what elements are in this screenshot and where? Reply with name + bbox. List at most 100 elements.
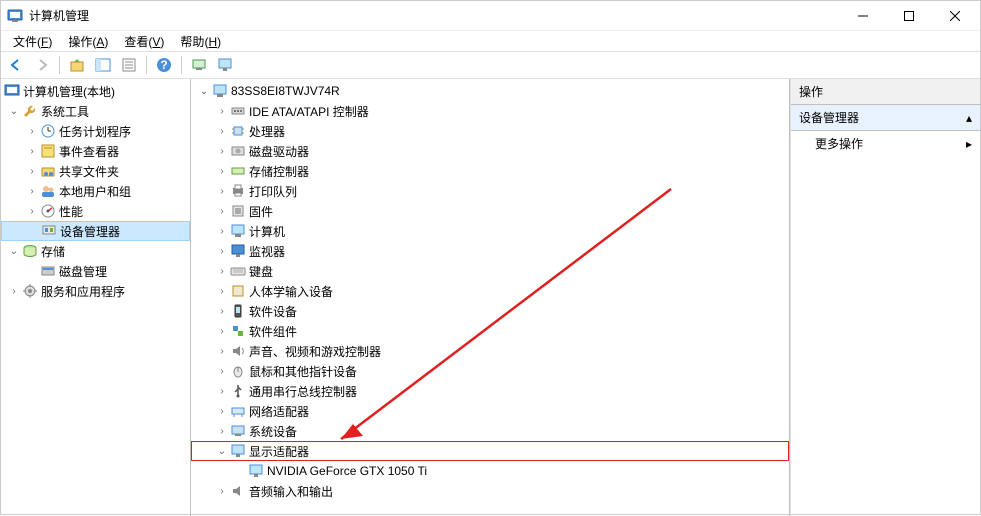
left-tree-pane[interactable]: 计算机管理(本地) ⌄ 系统工具 › 任务计划程序 › 事件查看器 › 共享文件… (1, 79, 191, 516)
tree-label: 网络适配器 (249, 403, 309, 420)
expand-icon[interactable]: › (215, 406, 229, 417)
device-audio-io[interactable]: ›音频输入和输出 (191, 481, 789, 501)
body: 计算机管理(本地) ⌄ 系统工具 › 任务计划程序 › 事件查看器 › 共享文件… (1, 79, 980, 516)
device-firmware[interactable]: ›固件 (191, 201, 789, 221)
scan-hardware-button[interactable] (188, 54, 210, 76)
collapse-icon[interactable]: ⌄ (197, 86, 211, 97)
expand-icon[interactable]: › (215, 226, 229, 237)
help-button[interactable]: ? (153, 54, 175, 76)
actions-section[interactable]: 设备管理器 ▴ (791, 105, 980, 131)
device-display[interactable]: ⌄显示适配器 (191, 441, 789, 461)
device-sound[interactable]: ›声音、视频和游戏控制器 (191, 341, 789, 361)
menu-view[interactable]: 查看(V) (116, 32, 172, 51)
device-ide[interactable]: ›IDE ATA/ATAPI 控制器 (191, 101, 789, 121)
expand-icon[interactable]: › (215, 426, 229, 437)
expand-icon[interactable]: › (215, 106, 229, 117)
menu-file[interactable]: 文件(F) (5, 32, 60, 51)
tree-local-users[interactable]: › 本地用户和组 (1, 181, 190, 201)
tree-disk-mgmt[interactable]: 磁盘管理 (1, 261, 190, 281)
expand-icon[interactable]: › (215, 246, 229, 257)
toolbar: ? (1, 51, 980, 79)
tree-label: 监视器 (249, 243, 285, 260)
software-comp-icon (230, 323, 246, 339)
show-hide-tree-button[interactable] (92, 54, 114, 76)
expand-icon[interactable]: › (7, 286, 21, 297)
tree-label: 设备管理器 (60, 223, 120, 240)
expand-icon[interactable]: › (25, 146, 39, 157)
maximize-button[interactable] (886, 1, 932, 31)
properties-button[interactable] (118, 54, 140, 76)
expand-icon[interactable]: › (215, 186, 229, 197)
device-gpu-nvidia[interactable]: NVIDIA GeForce GTX 1050 Ti (191, 461, 789, 481)
forward-button[interactable] (31, 54, 53, 76)
tree-storage[interactable]: ⌄ 存储 (1, 241, 190, 261)
tree-performance[interactable]: › 性能 (1, 201, 190, 221)
tree-label: 人体学输入设备 (249, 283, 333, 300)
submenu-caret-icon: ▸ (966, 137, 972, 151)
tree-shared-folders[interactable]: › 共享文件夹 (1, 161, 190, 181)
tree-system-tools[interactable]: ⌄ 系统工具 (1, 101, 190, 121)
expand-icon[interactable]: › (215, 266, 229, 277)
device-cpu[interactable]: ›处理器 (191, 121, 789, 141)
device-computer[interactable]: › 计算机 (191, 221, 789, 241)
device-hid[interactable]: › 人体学输入设备 (191, 281, 789, 301)
device-monitor[interactable]: › 监视器 (191, 241, 789, 261)
device-software-dev[interactable]: ›软件设备 (191, 301, 789, 321)
tree-label: 磁盘驱动器 (249, 143, 309, 160)
network-icon (230, 403, 246, 419)
device-mouse[interactable]: › 鼠标和其他指针设备 (191, 361, 789, 381)
collapse-icon[interactable]: ⌄ (7, 106, 21, 117)
system-dev-icon (230, 423, 246, 439)
collapse-icon[interactable]: ⌄ (215, 446, 229, 457)
tree-label: 计算机 (249, 223, 285, 240)
menubar: 文件(F) 操作(A) 查看(V) 帮助(H) (1, 31, 980, 51)
expand-icon[interactable]: › (25, 126, 39, 137)
tree-root[interactable]: 计算机管理(本地) (1, 81, 190, 101)
tree-task-scheduler[interactable]: › 任务计划程序 (1, 121, 190, 141)
tree-label: 鼠标和其他指针设备 (249, 363, 357, 380)
expand-icon[interactable]: › (25, 206, 39, 217)
printer-icon (230, 183, 246, 199)
expand-icon[interactable]: › (215, 146, 229, 157)
device-keyboard[interactable]: ›键盘 (191, 261, 789, 281)
tree-device-manager[interactable]: 设备管理器 (1, 221, 190, 241)
storage-icon (22, 243, 38, 259)
device-storage-ctrl[interactable]: ›存储控制器 (191, 161, 789, 181)
expand-icon[interactable]: › (215, 386, 229, 397)
expand-icon[interactable]: › (25, 166, 39, 177)
device-system[interactable]: ›系统设备 (191, 421, 789, 441)
menu-help[interactable]: 帮助(H) (172, 32, 229, 51)
storage-ctrl-icon (230, 163, 246, 179)
up-button[interactable] (66, 54, 88, 76)
device-disks[interactable]: › 磁盘驱动器 (191, 141, 789, 161)
expand-icon[interactable]: › (215, 366, 229, 377)
expand-icon[interactable]: › (215, 286, 229, 297)
device-tree-pane[interactable]: ⌄ 83SS8EI8TWJV74R ›IDE ATA/ATAPI 控制器 ›处理… (191, 79, 790, 516)
device-network[interactable]: › 网络适配器 (191, 401, 789, 421)
tree-event-viewer[interactable]: › 事件查看器 (1, 141, 190, 161)
close-button[interactable] (932, 1, 978, 31)
expand-icon[interactable]: › (215, 486, 229, 497)
device-root[interactable]: ⌄ 83SS8EI8TWJV74R (191, 81, 789, 101)
action-more[interactable]: 更多操作 ▸ (791, 131, 980, 156)
display-icon (230, 443, 246, 459)
tree-services-apps[interactable]: › 服务和应用程序 (1, 281, 190, 301)
expand-icon[interactable]: › (215, 326, 229, 337)
monitor-button[interactable] (214, 54, 236, 76)
menu-action[interactable]: 操作(A) (60, 32, 116, 51)
tree-label: 软件组件 (249, 323, 297, 340)
expand-icon[interactable]: › (215, 306, 229, 317)
expand-icon[interactable]: › (215, 166, 229, 177)
device-usb[interactable]: ›通用串行总线控制器 (191, 381, 789, 401)
expand-icon[interactable]: › (215, 346, 229, 357)
tree-label: 计算机管理(本地) (23, 83, 115, 100)
minimize-button[interactable] (840, 1, 886, 31)
device-printers[interactable]: ›打印队列 (191, 181, 789, 201)
expand-icon[interactable]: › (215, 206, 229, 217)
device-software-comp[interactable]: › 软件组件 (191, 321, 789, 341)
clock-icon (40, 123, 56, 139)
back-button[interactable] (5, 54, 27, 76)
expand-icon[interactable]: › (25, 186, 39, 197)
expand-icon[interactable]: › (215, 126, 229, 137)
collapse-icon[interactable]: ⌄ (7, 246, 21, 257)
